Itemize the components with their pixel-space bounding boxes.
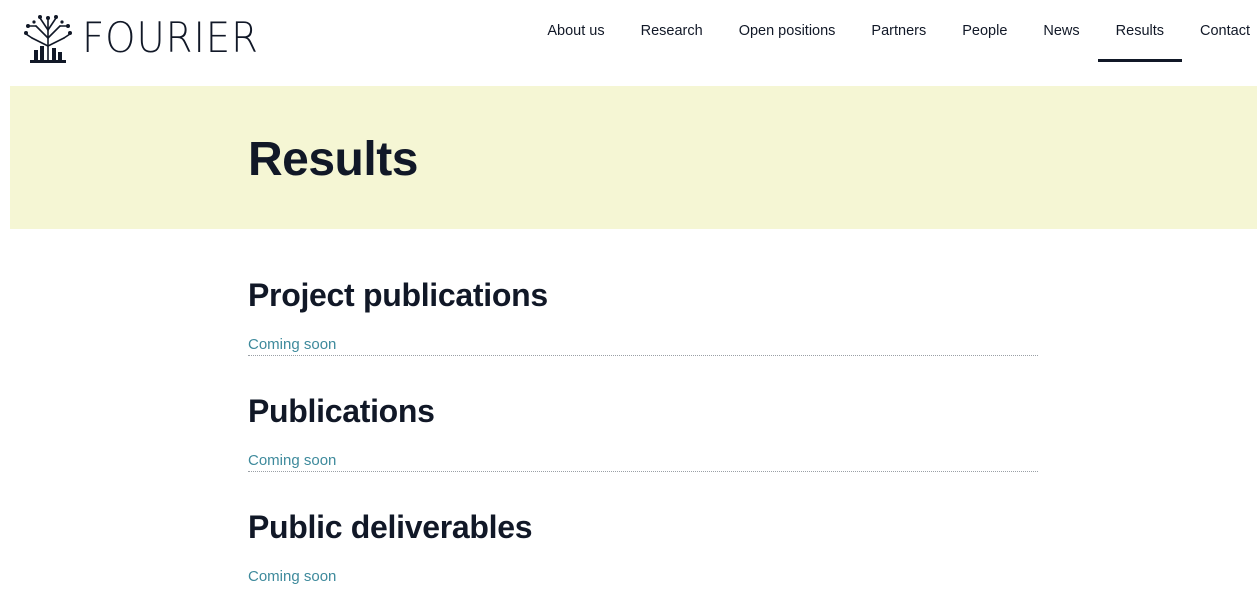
- nav-item-partners[interactable]: Partners: [853, 0, 944, 62]
- nav-item-contact[interactable]: Contact: [1182, 0, 1257, 62]
- section-publications: Publications Coming soon: [248, 392, 1038, 472]
- brand-name: FOURIER: [82, 13, 259, 62]
- section-public-deliverables: Public deliverables Coming soon: [248, 508, 1038, 587]
- page-title: Results: [248, 133, 418, 186]
- nav-item-open-positions[interactable]: Open positions: [721, 0, 854, 62]
- nav-item-research[interactable]: Research: [623, 0, 721, 62]
- nav-item-people[interactable]: People: [944, 0, 1025, 62]
- page-hero-banner: Results: [10, 86, 1257, 229]
- nav-item-results[interactable]: Results: [1097, 0, 1183, 62]
- section-heading: Publications: [248, 393, 435, 429]
- section-project-publications: Project publications Coming soon: [248, 276, 1038, 356]
- nav-item-about-us[interactable]: About us: [529, 0, 622, 62]
- brand-logo-link[interactable]: FOURIER: [18, 10, 274, 66]
- nav-item-news[interactable]: News: [1025, 0, 1097, 62]
- coming-soon-text: Coming soon: [248, 452, 1038, 472]
- main-navigation: About us Research Open positions Partner…: [529, 0, 1257, 86]
- coming-soon-text: Coming soon: [248, 568, 337, 585]
- results-content: Project publications Coming soon Publica…: [248, 276, 1038, 587]
- section-heading: Project publications: [248, 277, 548, 313]
- tree-circuit-icon: [24, 15, 72, 63]
- section-heading: Public deliverables: [248, 509, 533, 545]
- site-header: FOURIER About us Research Open positions…: [0, 0, 1257, 86]
- coming-soon-text: Coming soon: [248, 336, 1038, 356]
